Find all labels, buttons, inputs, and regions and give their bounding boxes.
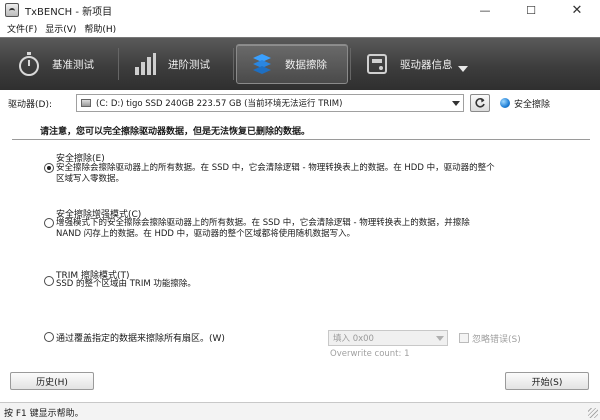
- warning-text: 请注意，您可以完全擦除驱动器数据，但是无法恢复已删除的数据。: [40, 127, 311, 137]
- radio-overwrite-erase[interactable]: [44, 332, 54, 342]
- chevron-down-icon: [447, 95, 463, 111]
- tab-separator: [233, 48, 234, 80]
- menu-view[interactable]: 显示(V): [41, 22, 80, 35]
- ignore-errors-label: 忽略错误(S): [472, 335, 521, 345]
- start-button[interactable]: 开始(S): [505, 372, 589, 390]
- minimize-button[interactable]: —: [462, 0, 508, 20]
- tab-drive-info[interactable]: 驱动器信息: [352, 44, 464, 84]
- fill-value-select[interactable]: 填入 0x00: [328, 330, 448, 346]
- menu-bar: 文件(F) 显示(V) 帮助(H): [0, 20, 600, 36]
- divider: [12, 139, 590, 140]
- refresh-button[interactable]: [470, 94, 490, 112]
- menu-file[interactable]: 文件(F): [3, 22, 41, 35]
- resize-grip-icon[interactable]: [588, 408, 598, 418]
- drive-selected-value: (C: D:) tigo SSD 240GB 223.57 GB (当前环境无法…: [96, 99, 343, 109]
- radio-secure-erase[interactable]: [44, 163, 54, 173]
- tab-advanced[interactable]: 进阶测试: [120, 44, 232, 84]
- erase-layers-icon: [249, 51, 275, 77]
- tab-data-erase-label: 数据擦除: [285, 58, 327, 71]
- status-bar: 按 F1 键显示帮助。: [0, 402, 600, 420]
- fill-value-text: 填入 0x00: [333, 334, 374, 344]
- radio-enhanced-erase[interactable]: [44, 218, 54, 228]
- option-enhanced-erase-desc: NAND 闪存上的数据。在 HDD 中，驱动器的整个区域都将使用随机数据写入。: [56, 229, 356, 239]
- option-secure-erase-desc: 区域写入零数据。: [56, 174, 125, 184]
- drive-row: 驱动器(D): (C: D:) tigo SSD 240GB 223.57 GB…: [0, 92, 600, 114]
- status-bar-text: 按 F1 键显示帮助。: [4, 409, 84, 419]
- tab-data-erase[interactable]: 数据擦除: [236, 44, 348, 84]
- radio-trim-erase[interactable]: [44, 276, 54, 286]
- close-button[interactable]: ✕: [554, 0, 600, 20]
- window-title: TxBENCH - 新项目: [25, 6, 113, 18]
- status-indicator-icon: [500, 98, 510, 108]
- drive-icon: [81, 99, 91, 107]
- tab-drive-info-label: 驱动器信息: [400, 58, 453, 71]
- bar-chart-icon: [132, 51, 158, 77]
- option-secure-erase-desc: 安全擦除会擦除驱动器上的所有数据。在 SSD 中，它会清除逻辑 - 物理转换表上…: [56, 163, 495, 173]
- app-icon: [5, 3, 19, 17]
- drive-info-icon: [364, 51, 390, 77]
- maximize-button[interactable]: ☐: [508, 0, 554, 20]
- refresh-icon: [475, 98, 485, 108]
- stopwatch-icon: [16, 51, 42, 77]
- window-controls: — ☐ ✕: [462, 0, 600, 20]
- ignore-errors-checkbox[interactable]: [459, 333, 469, 343]
- tab-benchmark-label: 基准测试: [52, 58, 94, 71]
- drive-select[interactable]: (C: D:) tigo SSD 240GB 223.57 GB (当前环境无法…: [76, 94, 464, 112]
- main-toolbar: 基准测试 进阶测试 数据擦除 驱动器信息: [0, 37, 600, 90]
- status-text: 安全擦除: [514, 100, 551, 110]
- tab-advanced-label: 进阶测试: [168, 58, 210, 71]
- option-enhanced-erase-desc: 增强模式下的安全擦除会擦除驱动器上的所有数据。在 SSD 中，它会清除逻辑 - …: [56, 218, 470, 228]
- option-trim-erase-desc: SSD 的整个区域由 TRIM 功能擦除。: [56, 279, 196, 289]
- menu-help[interactable]: 帮助(H): [80, 22, 120, 35]
- tab-separator: [118, 48, 119, 80]
- tab-benchmark[interactable]: 基准测试: [4, 44, 116, 84]
- title-bar: TxBENCH - 新项目 — ☐ ✕: [0, 0, 600, 20]
- chevron-down-icon: [436, 336, 444, 341]
- tab-separator: [350, 48, 351, 80]
- history-button[interactable]: 历史(H): [10, 372, 94, 390]
- toolbar-dropdown-icon[interactable]: [458, 66, 468, 72]
- option-overwrite-erase-title: 通过覆盖指定的数据来擦除所有扇区。(W): [56, 334, 225, 344]
- overwrite-count-label: Overwrite count: 1: [330, 349, 410, 359]
- drive-label: 驱动器(D):: [8, 100, 52, 110]
